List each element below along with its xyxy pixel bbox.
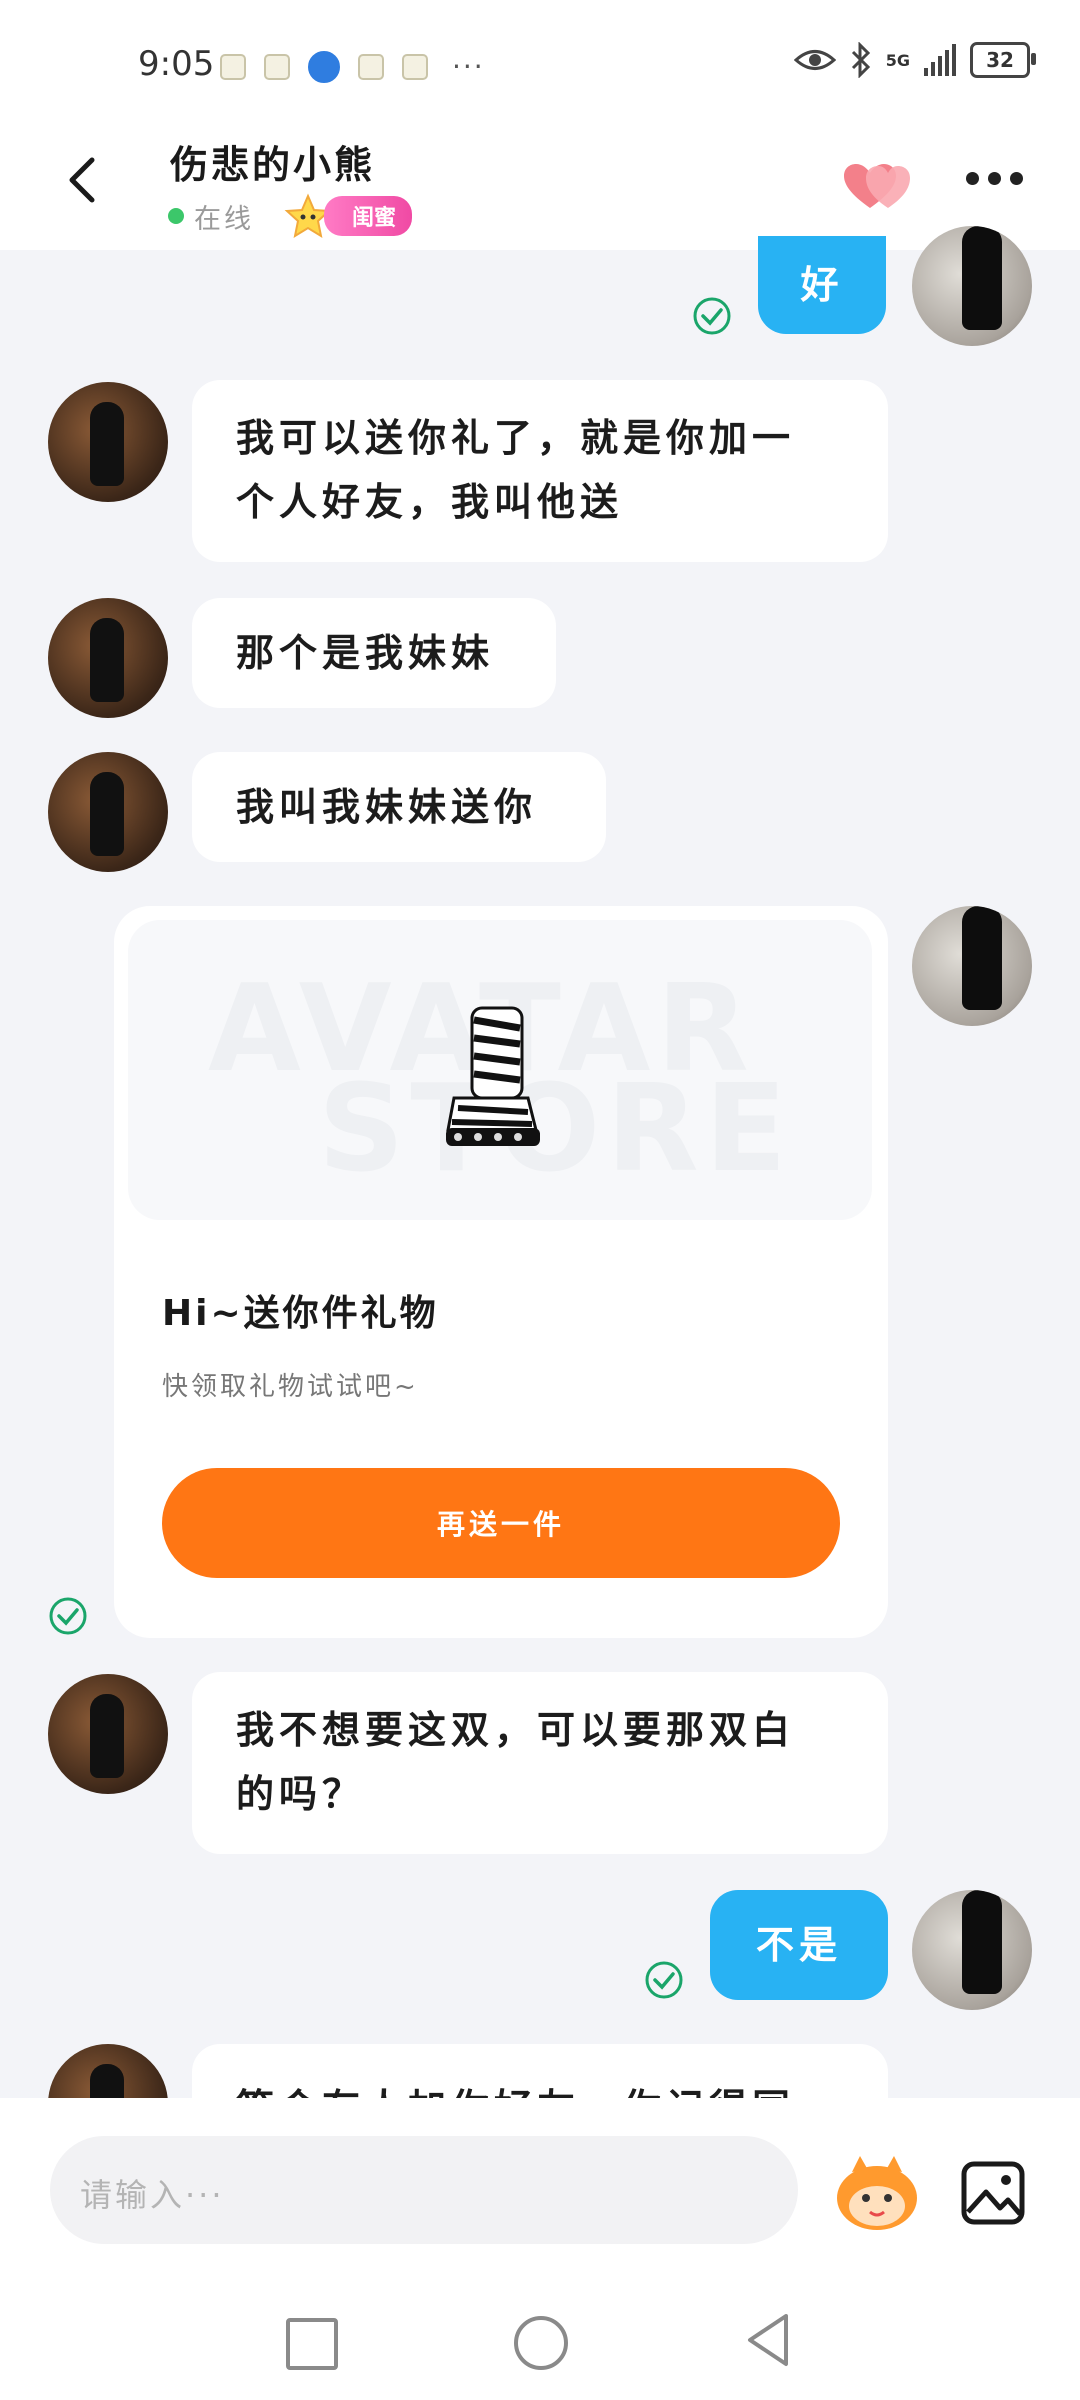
message-bubble-received[interactable]: 我不想要这双，可以要那双白 的吗？ <box>192 1672 888 1854</box>
contact-avatar[interactable] <box>48 598 168 718</box>
contact-name[interactable]: 伤悲的小熊 <box>170 134 375 189</box>
back-chevron-icon[interactable] <box>56 150 116 210</box>
message-bubble-received[interactable]: 我可以送你礼了，就是你加一 个人好友，我叫他送 <box>192 380 888 562</box>
app-notification-icon <box>358 53 384 80</box>
online-status: 在线 闺蜜 <box>168 192 413 240</box>
gift-image[interactable]: AVATAR STORE <box>128 920 872 1220</box>
read-check-icon <box>645 1961 683 1999</box>
message-line: 我不想要这双，可以要那双白 <box>236 1708 796 1752</box>
message-line: 个人好友，我叫他送 <box>236 480 624 524</box>
my-avatar[interactable] <box>912 1890 1032 2010</box>
hearts-icon[interactable] <box>840 156 920 216</box>
relationship-badge[interactable]: 闺蜜 <box>282 192 413 240</box>
more-notifications: ··· <box>452 50 485 83</box>
status-indicators: 5G 32 <box>793 42 1036 78</box>
app-notification-icon <box>220 53 246 80</box>
recents-button[interactable] <box>286 2318 338 2370</box>
my-avatar[interactable] <box>912 906 1032 1026</box>
message-line: 的吗？ <box>236 1772 366 1816</box>
more-dots-icon[interactable] <box>966 172 1036 192</box>
zebra-boots-icon <box>446 1006 540 1146</box>
home-button[interactable] <box>514 2316 568 2370</box>
contact-avatar[interactable] <box>48 752 168 872</box>
bluetooth-icon <box>851 42 870 78</box>
online-label: 在线 <box>194 203 254 235</box>
send-another-button[interactable]: 再送一件 <box>162 1468 840 1578</box>
eye-icon <box>793 50 836 70</box>
message-line: 我可以送你礼了，就是你加一 <box>236 416 796 460</box>
chat-header: 伤悲的小熊 在线 闺蜜 <box>0 120 1080 250</box>
back-button[interactable] <box>744 2312 792 2368</box>
input-bar: 请输入··· <box>0 2098 1080 2248</box>
contact-avatar[interactable] <box>48 382 168 502</box>
input-placeholder: 请输入··· <box>80 2176 225 2214</box>
online-dot-icon <box>168 208 184 224</box>
notification-icons: ··· <box>220 50 485 83</box>
mascot-emoji-icon[interactable] <box>832 2154 922 2234</box>
network-type: 5G <box>885 50 910 70</box>
message-bubble-received[interactable]: 那个是我妹妹 <box>192 598 556 708</box>
gift-card[interactable]: AVATAR STORE Hi~送你件礼物 快领取礼物试试吧~ 再送一件 <box>114 906 888 1638</box>
contact-avatar[interactable] <box>48 1674 168 1794</box>
status-time: 9:05 <box>138 44 215 84</box>
message-text: 我叫我妹妹送你 <box>236 785 538 829</box>
app-notification-icon <box>264 53 290 80</box>
gift-title: Hi~送你件礼物 <box>162 1293 439 1334</box>
message-bubble-received[interactable]: 我叫我妹妹送你 <box>192 752 606 862</box>
signal-icon <box>924 44 956 76</box>
message-text: 那个是我妹妹 <box>236 631 495 675</box>
my-avatar[interactable] <box>912 226 1032 346</box>
message-bubble-sent[interactable]: 不是 <box>710 1890 888 2000</box>
image-icon[interactable] <box>958 2158 1028 2228</box>
battery-icon: 32 <box>970 42 1036 78</box>
message-bubble-sent[interactable]: 好 <box>758 236 886 334</box>
system-nav-bar <box>0 2248 1080 2400</box>
read-check-icon <box>49 1597 87 1635</box>
read-check-icon <box>693 297 731 335</box>
message-input[interactable]: 请输入··· <box>50 2136 798 2244</box>
browser-notification-icon <box>308 50 340 83</box>
badge-label: 闺蜜 <box>324 196 413 236</box>
app-notification-icon <box>402 53 428 80</box>
status-bar: 9:05 ··· 5G 32 <box>0 0 1080 120</box>
gift-subtitle: 快领取礼物试试吧~ <box>162 1372 419 1402</box>
